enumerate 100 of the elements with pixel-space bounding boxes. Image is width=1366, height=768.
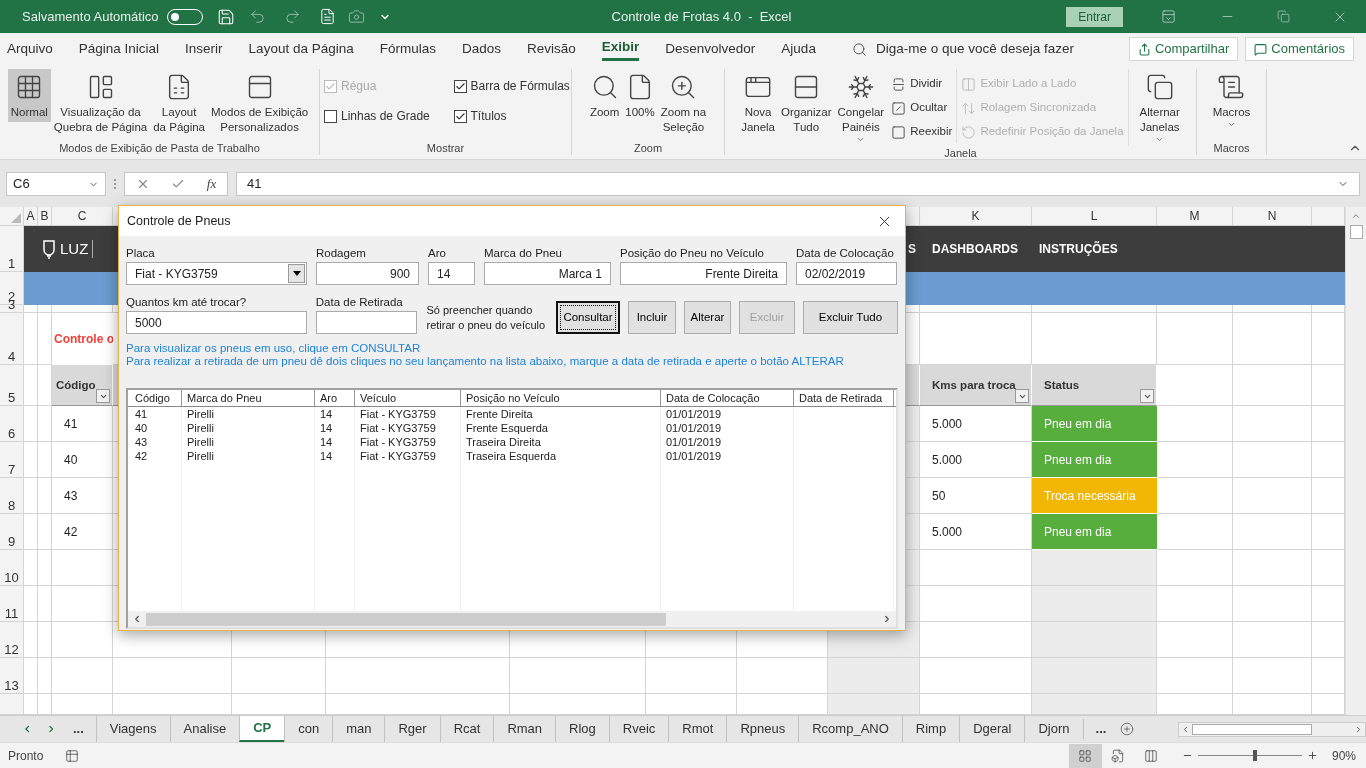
ribbon-button[interactable]: Alternar Janelas <box>1136 69 1183 146</box>
name-box[interactable]: C6 <box>6 172 106 196</box>
checkbox[interactable] <box>324 109 337 123</box>
save-icon[interactable] <box>216 7 235 26</box>
dialog-button[interactable]: Alterar <box>684 301 731 334</box>
ribbon-display-icon[interactable] <box>1161 9 1176 24</box>
zoom-slider-thumb[interactable] <box>1253 750 1258 761</box>
zoom-slider[interactable] <box>1197 749 1302 762</box>
menu-tab[interactable]: Layout da Página <box>248 37 354 61</box>
nav-link[interactable]: DASHBOARDS <box>932 240 1019 258</box>
menu-tab[interactable]: Arquivo <box>7 37 53 61</box>
dropdown-field[interactable]: Fiat - KYG3759 <box>126 262 307 285</box>
row-heading[interactable]: 13 <box>0 658 24 694</box>
menu-tab[interactable]: Página Inicial <box>78 37 160 61</box>
filter-button[interactable] <box>1015 389 1029 403</box>
ribbon-button[interactable]: Organizar Tudo <box>778 69 835 137</box>
enter-icon[interactable] <box>171 177 186 191</box>
dialog-button[interactable]: Excluir Tudo <box>803 301 898 334</box>
ribbon-button[interactable]: Normal <box>7 69 51 122</box>
row-heading[interactable]: 1 <box>0 226 24 272</box>
more-sheets[interactable]: ... <box>1082 719 1119 739</box>
print-preview-icon[interactable] <box>318 8 336 25</box>
horizontal-scrollbar[interactable] <box>1178 721 1366 737</box>
row-heading[interactable]: 11 <box>0 586 24 622</box>
add-sheet-icon[interactable] <box>1120 721 1135 737</box>
ribbon-button[interactable]: 100% <box>622 69 658 122</box>
column-heading[interactable]: A <box>24 207 38 226</box>
column-heading[interactable]: N <box>1233 207 1312 226</box>
ribbon-button[interactable]: Ocultar <box>891 97 953 119</box>
row-heading[interactable]: 5 <box>0 365 24 406</box>
dialog-button[interactable]: Incluir <box>628 301 676 334</box>
sign-in-button[interactable]: Entrar <box>1066 6 1123 27</box>
macro-record-icon[interactable] <box>65 748 80 763</box>
column-heading[interactable]: L <box>1032 207 1157 226</box>
sheet-tab[interactable]: CP <box>239 716 285 742</box>
ribbon-button[interactable]: Macros <box>1209 69 1254 131</box>
row-heading[interactable]: 12 <box>0 622 24 658</box>
row-heading[interactable]: 4 <box>0 313 24 365</box>
vertical-scrollbar[interactable] <box>1345 207 1366 715</box>
list-column-header[interactable]: Aro <box>315 390 355 406</box>
menu-tab[interactable]: Desenvolvedor <box>665 37 756 61</box>
view-button[interactable] <box>1068 743 1102 768</box>
row-heading[interactable]: 10 <box>0 550 24 586</box>
scroll-right-icon[interactable] <box>1354 724 1363 734</box>
nav-link[interactable]: S <box>908 240 916 258</box>
input-field[interactable]: 14 <box>428 262 475 285</box>
formula-input[interactable]: 41 <box>236 172 1360 196</box>
ribbon-button[interactable]: Visualização da Quebra de Página <box>50 69 151 137</box>
share-button[interactable]: Compartilhar <box>1128 37 1239 61</box>
checkbox[interactable] <box>453 79 467 93</box>
dialog-button[interactable]: Consultar <box>556 301 620 334</box>
filter-button[interactable] <box>1140 389 1154 403</box>
menu-tab[interactable]: Exibir <box>601 37 640 61</box>
input-field[interactable]: 5000 <box>126 311 307 334</box>
row-heading[interactable]: 8 <box>0 478 24 514</box>
column-heading[interactable]: B <box>38 207 52 226</box>
nav-link[interactable]: INSTRUÇÕES <box>1039 240 1118 258</box>
insert-function-button[interactable]: fx <box>206 174 217 194</box>
row-heading[interactable]: 9 <box>0 514 24 550</box>
column-heading[interactable]: C <box>52 207 113 226</box>
more-sheets[interactable]: ... <box>72 719 84 739</box>
row-heading[interactable]: 7 <box>0 442 24 478</box>
scroll-right-icon[interactable] <box>882 614 892 624</box>
list-column-header[interactable]: Veículo <box>355 390 461 406</box>
ribbon-button[interactable]: Layout da Página <box>150 69 208 137</box>
scroll-thumb[interactable] <box>146 612 666 626</box>
input-field[interactable]: 02/02/2019 <box>796 262 897 285</box>
comments-button[interactable]: Comentários <box>1245 37 1354 61</box>
input-field[interactable]: Marca 1 <box>484 262 611 285</box>
ribbon-button[interactable]: Zoom <box>586 69 623 122</box>
ribbon-button[interactable]: Nova Janela <box>738 69 778 137</box>
checkbox-option[interactable]: Títulos <box>453 107 567 125</box>
menu-tab[interactable]: Ajuda <box>781 37 816 61</box>
filter-button[interactable] <box>96 389 110 403</box>
input-field[interactable] <box>315 311 418 334</box>
scroll-left-icon[interactable] <box>132 614 142 624</box>
ribbon-button[interactable]: Zoom na Seleção <box>657 69 710 137</box>
list-column-header[interactable]: Posição no Veículo <box>461 390 661 406</box>
scroll-thumb[interactable] <box>1349 225 1363 239</box>
menu-tab[interactable]: Revisão <box>527 37 576 61</box>
ribbon-button[interactable]: Dividir <box>891 73 953 95</box>
column-heading[interactable]: M <box>1157 207 1233 226</box>
checkbox[interactable] <box>453 109 467 123</box>
tell-me-field[interactable]: Diga-me o que você deseja fazer <box>875 38 1074 60</box>
menu-tab[interactable]: Dados <box>461 37 501 61</box>
menu-tab[interactable]: Inserir <box>185 37 223 61</box>
ribbon-button[interactable]: Reexibir <box>891 121 953 143</box>
list-column-header[interactable]: Data de Retirada <box>794 390 894 406</box>
list-column-header[interactable]: Marca do Pneu <box>182 390 315 406</box>
scroll-thumb[interactable] <box>1192 723 1313 735</box>
input-field[interactable]: Frente Direita <box>620 262 787 285</box>
restore-icon[interactable] <box>1277 10 1290 23</box>
column-heading[interactable]: K <box>920 207 1032 226</box>
checkbox-option[interactable]: Linhas de Grade <box>324 107 438 125</box>
input-field[interactable]: 900 <box>316 262 419 285</box>
list-column-header[interactable]: Data de Colocação <box>661 390 794 406</box>
scroll-up-icon[interactable] <box>1351 211 1361 221</box>
ribbon-button[interactable]: Modos de Exibição Personalizados <box>208 69 312 137</box>
horizontal-scrollbar[interactable] <box>128 611 896 627</box>
list-column-header[interactable]: Código <box>130 390 182 406</box>
